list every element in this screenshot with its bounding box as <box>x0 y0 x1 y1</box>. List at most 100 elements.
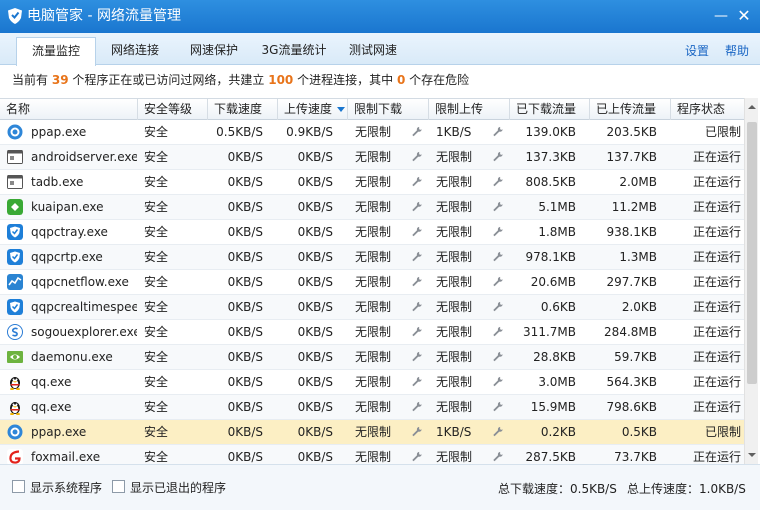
uploaded-total: 59.7KB <box>614 350 657 364</box>
table-row[interactable]: sogouexplorer.exe 安全 0KB/S 0KB/S 无限制 无限制 311.7… <box>0 320 744 345</box>
tab-network-connections[interactable]: 网络连接 <box>100 37 170 65</box>
table-row[interactable]: kuaipan.exe 安全 0KB/S 0KB/S 无限制 无限制 5.1MB 11.2MB… <box>0 195 744 220</box>
column-header-safety[interactable]: 安全等级 <box>138 99 208 120</box>
download-speed: 0KB/S <box>227 450 263 464</box>
minimize-button[interactable]: — <box>710 5 732 27</box>
tab-traffic-monitor[interactable]: 流量监控 <box>16 37 96 66</box>
upload-limit: 1KB/S <box>436 125 472 139</box>
table-row[interactable]: androidserver.exe 安全 0KB/S 0KB/S 无限制 无限制 137.3… <box>0 145 744 170</box>
wrench-icon[interactable] <box>411 176 423 188</box>
wrench-icon[interactable] <box>492 301 504 313</box>
show-system-checkbox[interactable] <box>12 480 25 493</box>
download-limit: 无限制 <box>355 275 392 289</box>
tab-speed-test[interactable]: 测试网速 <box>338 37 408 65</box>
downloaded-total: 5.1MB <box>538 200 576 214</box>
table-row[interactable]: qq.exe 安全 0KB/S 0KB/S 无限制 无限制 15.9MB 798.6KB 正在运… <box>0 395 744 420</box>
table-row[interactable]: tadb.exe 安全 0KB/S 0KB/S 无限制 无限制 808.5KB 2.0MB 正在… <box>0 170 744 195</box>
wrench-icon[interactable] <box>492 276 504 288</box>
wrench-icon[interactable] <box>411 426 423 438</box>
wrench-icon[interactable] <box>411 351 423 363</box>
process-name: qq.exe <box>31 375 72 389</box>
process-name: qqpcrtp.exe <box>31 250 103 264</box>
wrench-icon[interactable] <box>411 301 423 313</box>
settings-link[interactable]: 设置 <box>685 42 709 59</box>
upload-speed: 0KB/S <box>297 175 333 189</box>
wrench-icon[interactable] <box>492 426 504 438</box>
table-row[interactable]: ppap.exe 安全 0.5KB/S 0.9KB/S 无限制 1KB/S 139.0KB 2… <box>0 120 744 145</box>
wrench-icon[interactable] <box>411 151 423 163</box>
column-header-downloaded[interactable]: 已下载流量 <box>510 99 590 120</box>
downloaded-total: 311.7MB <box>523 325 576 339</box>
wrench-icon[interactable] <box>492 226 504 238</box>
download-limit: 无限制 <box>355 450 392 464</box>
downloaded-total: 15.9MB <box>530 400 576 414</box>
column-header-limit-download[interactable]: 限制下载 <box>348 99 429 120</box>
program-status: 正在运行 <box>692 200 741 214</box>
downloaded-total: 0.2KB <box>540 425 576 439</box>
help-link[interactable]: 帮助 <box>725 42 749 59</box>
table-row[interactable]: qqpcrtp.exe 安全 0KB/S 0KB/S 无限制 无限制 978.1KB 1.3M… <box>0 245 744 270</box>
column-header-name[interactable]: 名称 <box>0 99 138 120</box>
download-limit: 无限制 <box>355 125 392 139</box>
close-button[interactable]: ✕ <box>733 5 755 27</box>
safety-level: 安全 <box>144 175 169 189</box>
wrench-icon[interactable] <box>411 226 423 238</box>
scroll-down-arrow-icon[interactable] <box>745 448 759 462</box>
safety-level: 安全 <box>144 300 169 314</box>
wrench-icon[interactable] <box>411 276 423 288</box>
downloaded-total: 3.0MB <box>538 375 576 389</box>
table-row[interactable]: qqpcnetflow.exe 安全 0KB/S 0KB/S 无限制 无限制 20.6MB 2… <box>0 270 744 295</box>
wrench-icon[interactable] <box>411 451 423 463</box>
wrench-icon[interactable] <box>411 376 423 388</box>
table-row[interactable]: qq.exe 安全 0KB/S 0KB/S 无限制 无限制 3.0MB 564.3KB 正在运行 <box>0 370 744 395</box>
download-limit: 无限制 <box>355 400 392 414</box>
wrench-icon[interactable] <box>411 326 423 338</box>
wrench-icon[interactable] <box>492 401 504 413</box>
tab-3g-stats[interactable]: 3G流量统计 <box>256 37 332 65</box>
wrench-icon[interactable] <box>492 451 504 463</box>
table-row[interactable]: qqpctray.exe 安全 0KB/S 0KB/S 无限制 无限制 1.8MB 938.1… <box>0 220 744 245</box>
table-row[interactable]: daemonu.exe 安全 0KB/S 0KB/S 无限制 无限制 28.8KB 59.7K… <box>0 345 744 370</box>
scrollbar-thumb[interactable] <box>747 122 757 384</box>
process-name: tadb.exe <box>31 175 84 189</box>
wrench-icon[interactable] <box>411 251 423 263</box>
upload-speed: 0KB/S <box>297 150 333 164</box>
show-system-label[interactable]: 显示系统程序 <box>30 479 102 496</box>
download-speed: 0.5KB/S <box>216 125 263 139</box>
program-status: 已限制 <box>704 125 741 139</box>
table-row[interactable]: foxmail.exe 安全 0KB/S 0KB/S 无限制 无限制 287.5KB 73.7… <box>0 445 744 464</box>
downloaded-total: 1.8MB <box>538 225 576 239</box>
wrench-icon[interactable] <box>411 126 423 138</box>
safety-level: 安全 <box>144 225 169 239</box>
table-row[interactable]: qqpcrealtimespeed... 安全 0KB/S 0KB/S 无限制 无限制 0.… <box>0 295 744 320</box>
wrench-icon[interactable] <box>492 151 504 163</box>
wrench-icon[interactable] <box>411 201 423 213</box>
scroll-up-arrow-icon[interactable] <box>745 100 759 114</box>
tab-speed-protection[interactable]: 网速保护 <box>178 37 250 65</box>
column-header-uploaded[interactable]: 已上传流量 <box>590 99 671 120</box>
upload-limit: 无限制 <box>436 350 473 364</box>
process-name: sogouexplorer.exe <box>31 325 137 339</box>
uploaded-total: 203.5KB <box>606 125 657 139</box>
uploaded-total: 564.3KB <box>606 375 657 389</box>
upload-limit: 无限制 <box>436 300 473 314</box>
show-exited-checkbox[interactable] <box>112 480 125 493</box>
summary-text: 当前有 <box>12 73 49 87</box>
wrench-icon[interactable] <box>492 251 504 263</box>
column-header-limit-upload[interactable]: 限制上传 <box>429 99 510 120</box>
show-exited-label[interactable]: 显示已退出的程序 <box>130 479 226 496</box>
tab-bar: 流量监控 网络连接 网速保护 3G流量统计 测试网速 设置 帮助 <box>0 33 760 66</box>
wrench-icon[interactable] <box>492 126 504 138</box>
wrench-icon[interactable] <box>492 376 504 388</box>
qq-penguin-icon <box>10 402 20 415</box>
wrench-icon[interactable] <box>492 351 504 363</box>
vertical-scrollbar[interactable] <box>744 98 758 464</box>
wrench-icon[interactable] <box>492 326 504 338</box>
safety-level: 安全 <box>144 325 169 339</box>
table-row[interactable]: ppap.exe 安全 0KB/S 0KB/S 无限制 1KB/S 0.2KB 0.5KB 已限… <box>0 420 744 445</box>
wrench-icon[interactable] <box>492 201 504 213</box>
wrench-icon[interactable] <box>492 176 504 188</box>
column-header-status[interactable]: 程序状态 <box>671 99 744 120</box>
wrench-icon[interactable] <box>411 401 423 413</box>
column-header-download-speed[interactable]: 下载速度 <box>208 99 278 120</box>
